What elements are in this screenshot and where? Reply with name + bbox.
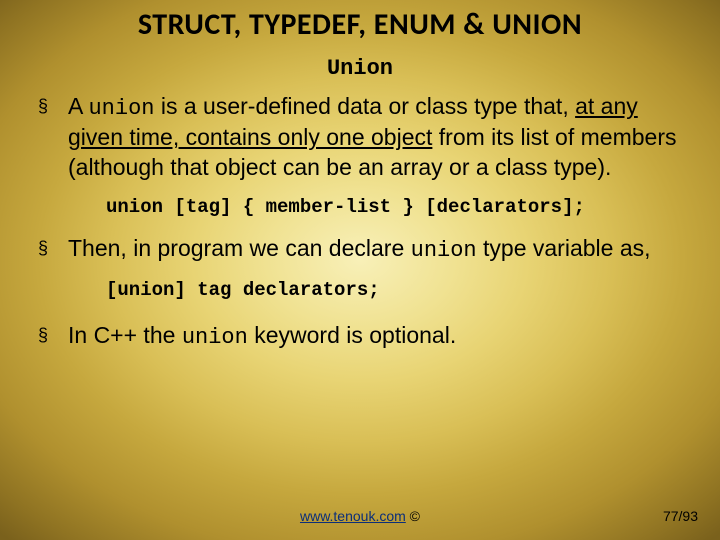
bullet-marker: § xyxy=(38,321,68,349)
subtitle: Union xyxy=(0,56,720,81)
code-inline: union xyxy=(88,96,154,121)
text-fragment: keyword is optional. xyxy=(248,322,456,348)
text-fragment: A xyxy=(68,93,88,119)
code-inline: union xyxy=(411,238,477,263)
footer-link[interactable]: www.tenouk.com xyxy=(300,508,406,524)
text-fragment: Then, in program we can declare xyxy=(68,235,411,261)
text-fragment: is a user-defined data or class type tha… xyxy=(154,93,575,119)
bullet-text: A union is a user-defined data or class … xyxy=(68,92,678,182)
bullet-marker: § xyxy=(38,234,68,262)
bullet-2: § Then, in program we can declare union … xyxy=(38,234,678,265)
code-block-1: union [tag] { member-list } [declarators… xyxy=(106,196,678,218)
text-fragment: In C++ the xyxy=(68,322,182,348)
bullet-text: Then, in program we can declare union ty… xyxy=(68,234,678,265)
bullet-marker: § xyxy=(38,92,68,120)
footer: www.tenouk.com © xyxy=(0,508,720,524)
page-title: STRUCT, TYPEDEF, ENUM & UNION xyxy=(0,6,720,43)
slide: STRUCT, TYPEDEF, ENUM & UNION Union § A … xyxy=(0,0,720,540)
page-number: 77/93 xyxy=(663,508,698,524)
bullet-text: In C++ the union keyword is optional. xyxy=(68,321,678,352)
copyright: © xyxy=(406,508,420,524)
bullet-3: § In C++ the union keyword is optional. xyxy=(38,321,678,352)
code-inline: union xyxy=(182,325,248,350)
code-block-2: [union] tag declarators; xyxy=(106,279,678,301)
text-fragment: type variable as, xyxy=(477,235,651,261)
bullet-1: § A union is a user-defined data or clas… xyxy=(38,92,678,182)
body: § A union is a user-defined data or clas… xyxy=(38,92,678,366)
